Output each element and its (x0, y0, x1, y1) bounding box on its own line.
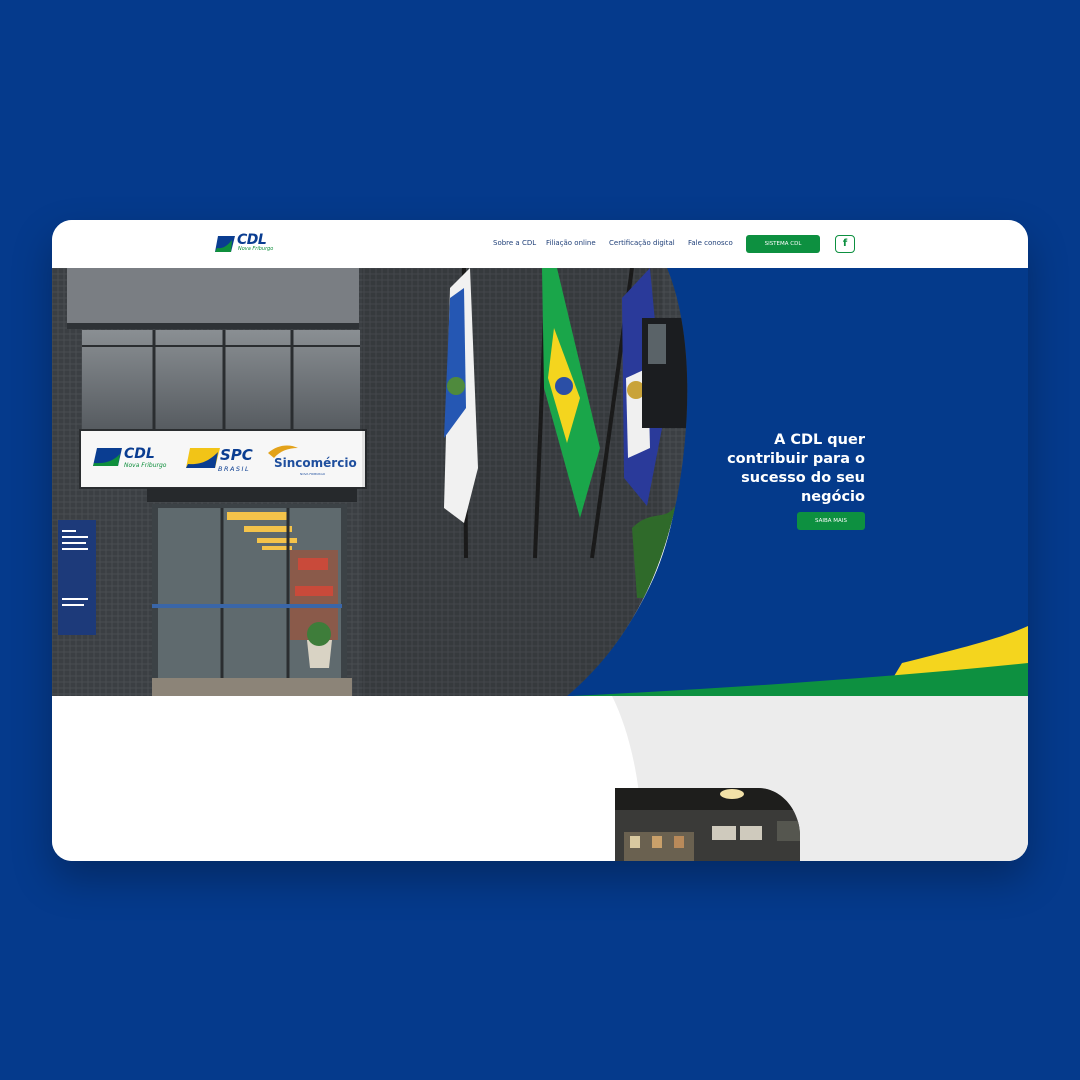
hero-heading: A CDL quer contribuir para o sucesso do … (727, 432, 865, 505)
sign-sincomercio: Sincomércio (274, 456, 357, 470)
interior-photo-thumbnail (615, 788, 800, 861)
facebook-icon[interactable]: f (835, 235, 855, 253)
hero-banner: CDL Nova Friburgo SPC BRASIL Sincomércio… (52, 268, 1028, 696)
sign-cdl-subtitle: Nova Friburgo (124, 462, 167, 469)
sign-spc-subtitle: BRASIL (218, 465, 250, 473)
sign-cdl: CDL (124, 446, 155, 462)
cdl-logo-mark-icon (215, 236, 235, 252)
sign-sincomercio-subtitle: NOVA FRIBURGO (300, 472, 326, 476)
lower-section (52, 696, 1028, 861)
saiba-mais-button[interactable]: SAIBA MAIS (797, 512, 865, 530)
sign-spc: SPC (220, 446, 253, 464)
nav-link-fale-conosco[interactable]: Fale conosco (688, 239, 733, 247)
nav-link-sobre[interactable]: Sobre a CDL (493, 239, 536, 247)
website-preview-card: CDL Nova Friburgo Sobre a CDL Filiação o… (52, 220, 1028, 861)
nav-link-filiacao[interactable]: Filiação online (546, 239, 596, 247)
hero-building-photo: CDL Nova Friburgo SPC BRASIL Sincomércio… (52, 268, 1028, 696)
sistema-cdl-button[interactable]: SISTEMA CDL (746, 235, 820, 253)
site-header: CDL Nova Friburgo Sobre a CDL Filiação o… (52, 220, 1028, 268)
lower-section-graphics (612, 696, 1028, 861)
nav-link-certificacao[interactable]: Certificação digital (609, 239, 675, 247)
cdl-logo[interactable]: CDL Nova Friburgo (215, 232, 279, 254)
logo-subtitle: Nova Friburgo (238, 246, 274, 252)
